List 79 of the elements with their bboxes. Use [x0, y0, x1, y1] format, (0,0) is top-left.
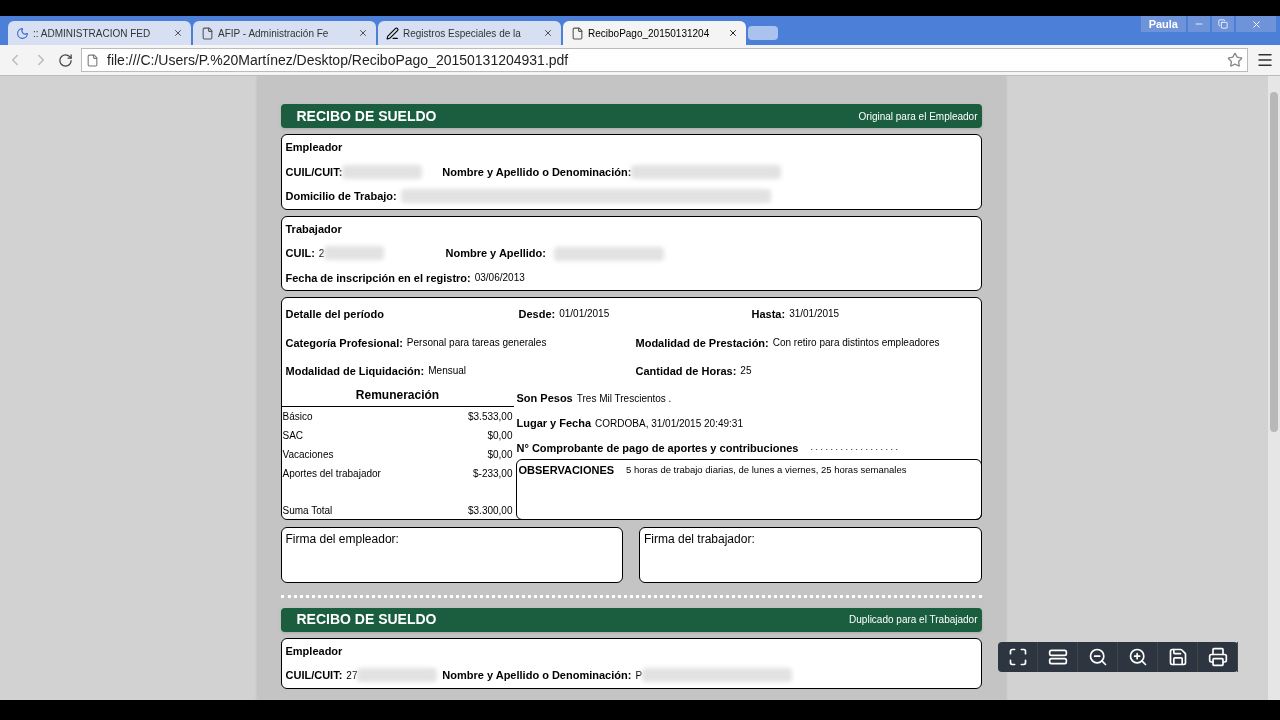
tab-title: AFIP - Administración Fe [218, 26, 330, 41]
field-value: Tres Mil Trescientos . [576, 391, 672, 406]
field-label: Modalidad de Prestación: [635, 335, 769, 351]
table-cell-text: Básico [282, 409, 313, 424]
browser-tab[interactable]: Registros Especiales de la [378, 21, 561, 45]
pen-icon [386, 26, 399, 40]
close-icon[interactable] [728, 28, 738, 38]
field-value: Mensual [428, 364, 467, 378]
table-cell-text: Aportes del trabajador [282, 466, 381, 481]
field-label: Categoría Profesional: [285, 335, 403, 351]
tab-title: Registros Especiales de la [403, 26, 522, 41]
field-label: Modalidad de Liquidación: [285, 364, 425, 379]
field-value: 5 horas de trabajo diarias, de lunes a viernes, 25 horas semanales [626, 462, 907, 477]
field-value: . . . . . . . . . . . . . . . . . . [810, 441, 898, 455]
field-label: CUIL: [285, 246, 315, 261]
tab-title: :: ADMINISTRACION FED [33, 26, 152, 41]
section-heading: Trabajador [285, 221, 343, 237]
moon-icon [16, 26, 29, 40]
field-value: 25 [740, 364, 752, 378]
field-value: 31/01/2015 [789, 307, 840, 321]
browser-tab[interactable]: :: ADMINISTRACION FED [8, 21, 191, 45]
copy-label: Duplicado para el Trabajador [849, 613, 978, 627]
table-cell-text: SAC [282, 428, 304, 443]
section-heading: Empleador [285, 643, 344, 659]
field-label: Lugar y Fecha [516, 415, 592, 431]
table-cell-text: $3.300,00 [468, 503, 513, 518]
address-bar[interactable]: file:///C:/Users/P.%20Martínez/Desktop/ReciboPago_20150131204931.pdf [81, 48, 1248, 72]
star-icon[interactable] [1227, 52, 1243, 68]
section-heading: Empleador [285, 140, 344, 155]
field-label: Nombre y Apellido o Denominación: [442, 164, 632, 180]
browser-tab[interactable]: ReciboPago_20150131204 [563, 21, 746, 45]
field-value: P [635, 668, 643, 683]
receipt-title: RECIBO DE SUELDO [296, 106, 437, 126]
field-label: Detalle del período [285, 307, 384, 322]
table-cell-text: Suma Total [282, 503, 333, 518]
restore-icon [1218, 19, 1228, 29]
table-cell-text: Vacaciones [282, 447, 334, 462]
url-text: file:///C:/Users/P.%20Martínez/Desktop/ReciboPago_20150131204931.pdf [107, 50, 570, 70]
field-label: N° Comprobante de pago de aportes y contribuciones [516, 440, 799, 456]
field-label: Desde: [518, 307, 556, 322]
receipt-title: RECIBO DE SUELDO [296, 610, 437, 629]
close-icon[interactable] [358, 28, 368, 38]
page-icon [201, 26, 214, 40]
close-icon [1250, 18, 1262, 30]
field-label: Cantidad de Horas: [635, 364, 737, 379]
table-heading: Remuneración [355, 387, 440, 402]
close-icon[interactable] [173, 28, 183, 38]
field-label: OBSERVACIONES [518, 462, 615, 478]
field-label: CUIL/CUIT: [285, 164, 343, 180]
field-label: Son Pesos [516, 390, 573, 406]
field-label: Hasta: [751, 307, 786, 322]
menu-icon[interactable] [1256, 51, 1274, 69]
field-value: 2 [318, 246, 325, 261]
field-label: CUIL/CUIT: [285, 668, 343, 683]
signature-label: Firma del trabajador: [644, 531, 755, 546]
close-icon[interactable] [543, 28, 553, 38]
browser-tab[interactable]: AFIP - Administración Fe [193, 21, 376, 45]
field-value: Personal para tareas generales [406, 335, 547, 350]
field-label: Fecha de inscripción en el registro: [285, 270, 471, 286]
table-cell-text: $3.533,00 [468, 409, 513, 424]
signature-label: Firma del empleador: [285, 531, 399, 546]
field-value: 03/06/2013 [474, 271, 525, 286]
page-icon [571, 26, 584, 40]
tab-title: ReciboPago_20150131204 [588, 26, 711, 41]
redacted-blur [324, 246, 385, 261]
field-label: Nombre y Apellido: [445, 246, 546, 261]
field-value: 27 [346, 668, 358, 683]
scrollbar[interactable] [1268, 76, 1280, 700]
table-cell-text: $-233,00 [473, 466, 513, 481]
field-label: Domicilio de Trabajo: [285, 189, 397, 204]
field-value: CORDOBA, 31/01/2015 20:49:31 [595, 416, 743, 431]
field-value: Con retiro para distintos empleadores [772, 335, 940, 350]
reload-icon[interactable] [58, 52, 73, 68]
field-label: Nombre y Apellido o Denominación: [442, 668, 632, 683]
table-cell-text: $0,00 [487, 447, 513, 462]
table-cell-text: $0,00 [487, 428, 513, 443]
copy-label: Original para el Empleador [858, 109, 978, 124]
page-icon [86, 53, 99, 67]
field-value: 01/01/2015 [559, 307, 610, 321]
